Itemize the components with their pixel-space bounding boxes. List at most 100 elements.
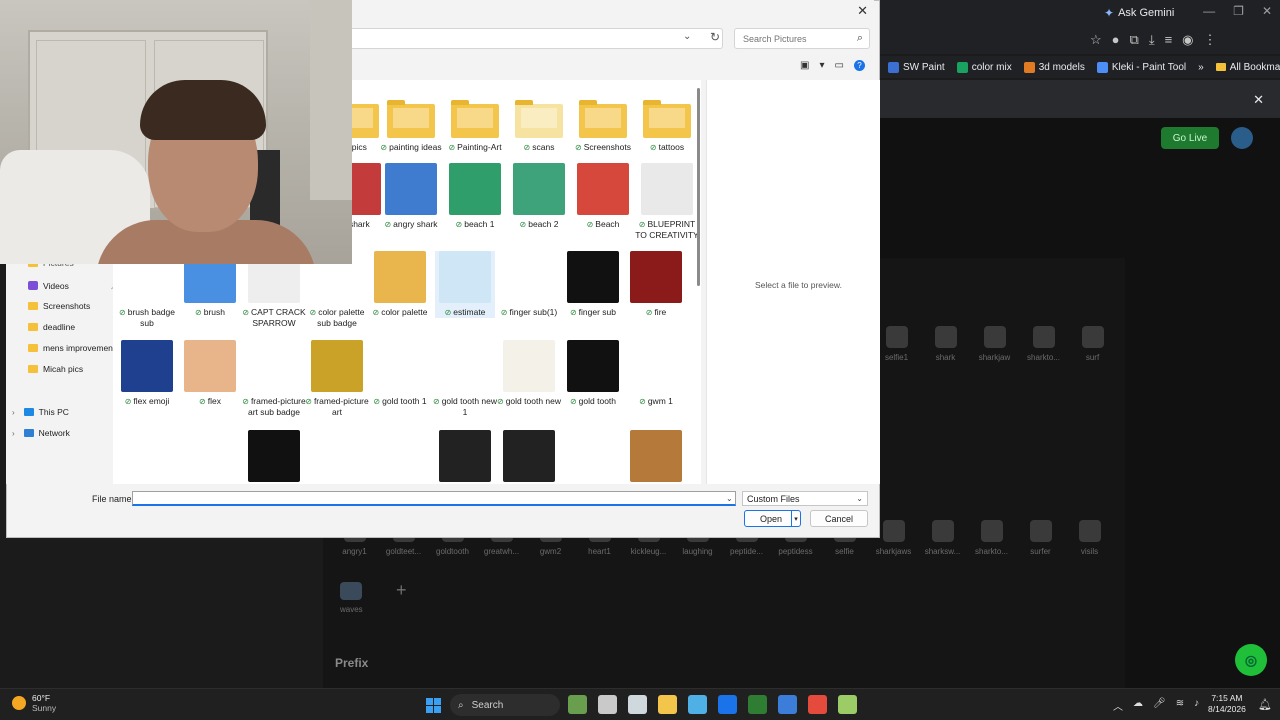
- taskbar-app-icon[interactable]: [778, 695, 797, 714]
- emote-item[interactable]: sharksw...: [918, 520, 967, 556]
- add-emote-icon[interactable]: +: [396, 580, 407, 601]
- file-item[interactable]: [244, 430, 304, 482]
- support-chat-icon[interactable]: ◎: [1235, 644, 1267, 676]
- refresh-icon[interactable]: ↻: [710, 30, 720, 44]
- taskbar-app-icon[interactable]: [808, 695, 827, 714]
- file-item[interactable]: ⊘ flex emoji: [117, 340, 177, 407]
- star-icon[interactable]: ☆: [1090, 32, 1102, 48]
- address-bar[interactable]: [347, 28, 723, 49]
- taskbar-app-icon[interactable]: [748, 695, 767, 714]
- folder-item[interactable]: ⊘ Screenshots: [573, 92, 633, 153]
- file-item[interactable]: [499, 430, 559, 482]
- file-item[interactable]: ⊘ gold tooth new: [497, 340, 561, 407]
- file-item[interactable]: ⊘ gwm 1: [626, 340, 686, 407]
- file-item[interactable]: ⊘ finger sub(1): [499, 251, 559, 318]
- puzzle-icon[interactable]: ⧉: [1130, 32, 1139, 48]
- clock[interactable]: 7:15 AM 8/14/2026: [1208, 693, 1246, 715]
- file-item[interactable]: [180, 430, 240, 482]
- nav-item-this-pc[interactable]: › This PC: [12, 407, 69, 417]
- open-split-chevron-icon[interactable]: ▾: [791, 511, 800, 526]
- file-item[interactable]: ⊘ gold tooth: [563, 340, 623, 407]
- file-item[interactable]: [307, 430, 367, 482]
- emote-item[interactable]: surf: [1068, 326, 1117, 362]
- close-icon[interactable]: ✕: [857, 3, 868, 19]
- taskbar-app-icon[interactable]: [718, 695, 737, 714]
- file-item[interactable]: [117, 430, 177, 482]
- taskbar-app-icon[interactable]: [688, 695, 707, 714]
- preview-pane-icon[interactable]: ▭: [834, 60, 843, 71]
- emote-item[interactable]: sharkto...: [1019, 326, 1068, 362]
- open-button[interactable]: Open ▾: [744, 510, 801, 527]
- file-item[interactable]: ⊘ estimate: [435, 251, 495, 318]
- file-item[interactable]: ⊘ BLUEPRINT TO CREATIVITY: [635, 163, 699, 240]
- emote-waves[interactable]: waves: [340, 582, 363, 614]
- file-item[interactable]: ⊘ framed-picture art sub badge: [242, 340, 306, 417]
- file-item[interactable]: ⊘ angry shark: [381, 163, 441, 230]
- file-item[interactable]: [435, 430, 495, 482]
- taskbar-app-icon[interactable]: [658, 695, 677, 714]
- bookmark-kleki[interactable]: Kleki - Paint Tool: [1096, 61, 1186, 73]
- folder-item[interactable]: ⊘ scans: [509, 92, 569, 153]
- all-bookmarks[interactable]: All Bookmarks: [1215, 62, 1280, 73]
- file-item[interactable]: [563, 430, 623, 482]
- folder-item[interactable]: ⊘ painting ideas: [380, 92, 442, 153]
- emote-item[interactable]: sharkjaw: [970, 326, 1019, 362]
- nav-item-mens-improvement[interactable]: mens improvemen: [28, 343, 113, 353]
- kebab-menu-icon[interactable]: ⋮: [1204, 32, 1217, 48]
- search-input[interactable]: [743, 33, 843, 44]
- file-item[interactable]: [370, 430, 430, 482]
- download-icon[interactable]: ⤓: [1149, 32, 1155, 48]
- search-field[interactable]: ⌕: [734, 28, 870, 49]
- chevron-down-icon[interactable]: ⌄: [683, 31, 691, 42]
- file-item[interactable]: ⊘ Beach: [573, 163, 633, 230]
- emote-item[interactable]: visils: [1065, 520, 1114, 556]
- weather-widget[interactable]: 60°F Sunny: [12, 693, 56, 713]
- file-item[interactable]: ⊘ fire: [626, 251, 686, 318]
- view-mode-icon[interactable]: ▣: [800, 60, 809, 71]
- bookmark-sw-paint[interactable]: SW Paint: [888, 61, 945, 73]
- list-icon[interactable]: ≡: [1165, 32, 1173, 48]
- profile-icon[interactable]: ◉: [1182, 32, 1193, 48]
- emote-item[interactable]: sharkto...: [967, 520, 1016, 556]
- go-live-button[interactable]: Go Live: [1161, 127, 1219, 149]
- start-icon[interactable]: [426, 698, 441, 713]
- nav-item-deadline[interactable]: deadline: [28, 322, 75, 332]
- minimize-icon[interactable]: —: [1203, 4, 1215, 18]
- file-item[interactable]: ⊘ color palette: [370, 251, 430, 318]
- emote-item[interactable]: surfer: [1016, 520, 1065, 556]
- ask-gemini-button[interactable]: ✦ Ask Gemini: [1104, 4, 1174, 22]
- chevron-down-icon[interactable]: ▾: [819, 60, 824, 71]
- scrollbar[interactable]: [697, 88, 700, 286]
- avatar[interactable]: [1231, 127, 1253, 149]
- microphone-icon[interactable]: 🎤︎: [1153, 698, 1166, 713]
- chevron-down-icon[interactable]: ⌄: [726, 494, 733, 503]
- taskbar-app-icon[interactable]: [628, 695, 647, 714]
- file-item[interactable]: ⊘ beach 2: [509, 163, 569, 230]
- nav-item-screenshots[interactable]: Screenshots: [28, 301, 90, 311]
- file-item[interactable]: ⊘ framed-picture art: [305, 340, 369, 417]
- file-type-select[interactable]: Custom Files ⌄: [742, 491, 868, 506]
- folder-item[interactable]: ⊘ Painting-Art: [445, 92, 505, 153]
- file-name-input[interactable]: [132, 491, 736, 506]
- cloud-icon[interactable]: ☁: [1133, 698, 1143, 713]
- extension-icon[interactable]: ●: [1112, 32, 1120, 48]
- emote-item[interactable]: shark: [921, 326, 970, 362]
- file-item[interactable]: ⊘ flex: [180, 340, 240, 407]
- volume-icon[interactable]: ♪: [1194, 698, 1199, 713]
- folder-item[interactable]: ⊘ tattoos: [637, 92, 697, 153]
- file-item[interactable]: ⊘ gold tooth new 1: [433, 340, 497, 417]
- notification-bell-icon[interactable]: 🔔︎: [1258, 698, 1272, 711]
- taskbar-app-icon[interactable]: [598, 695, 617, 714]
- taskbar-app-icon[interactable]: [838, 695, 857, 714]
- file-item[interactable]: ⊘ beach 1: [445, 163, 505, 230]
- help-icon[interactable]: ?: [853, 60, 865, 71]
- nav-item-videos[interactable]: Videos📌︎: [28, 280, 121, 291]
- close-window-icon[interactable]: ✕: [1262, 4, 1272, 18]
- wifi-icon[interactable]: ≋: [1176, 698, 1184, 713]
- cancel-button[interactable]: Cancel: [810, 510, 868, 527]
- nav-item-micah-pics[interactable]: Micah pics: [28, 364, 83, 374]
- nav-item-network[interactable]: › Network: [12, 428, 70, 438]
- file-item[interactable]: ⊘ finger sub: [563, 251, 623, 318]
- bookmark-color-mix[interactable]: color mix: [956, 61, 1012, 73]
- taskbar-app-icon[interactable]: [568, 695, 587, 714]
